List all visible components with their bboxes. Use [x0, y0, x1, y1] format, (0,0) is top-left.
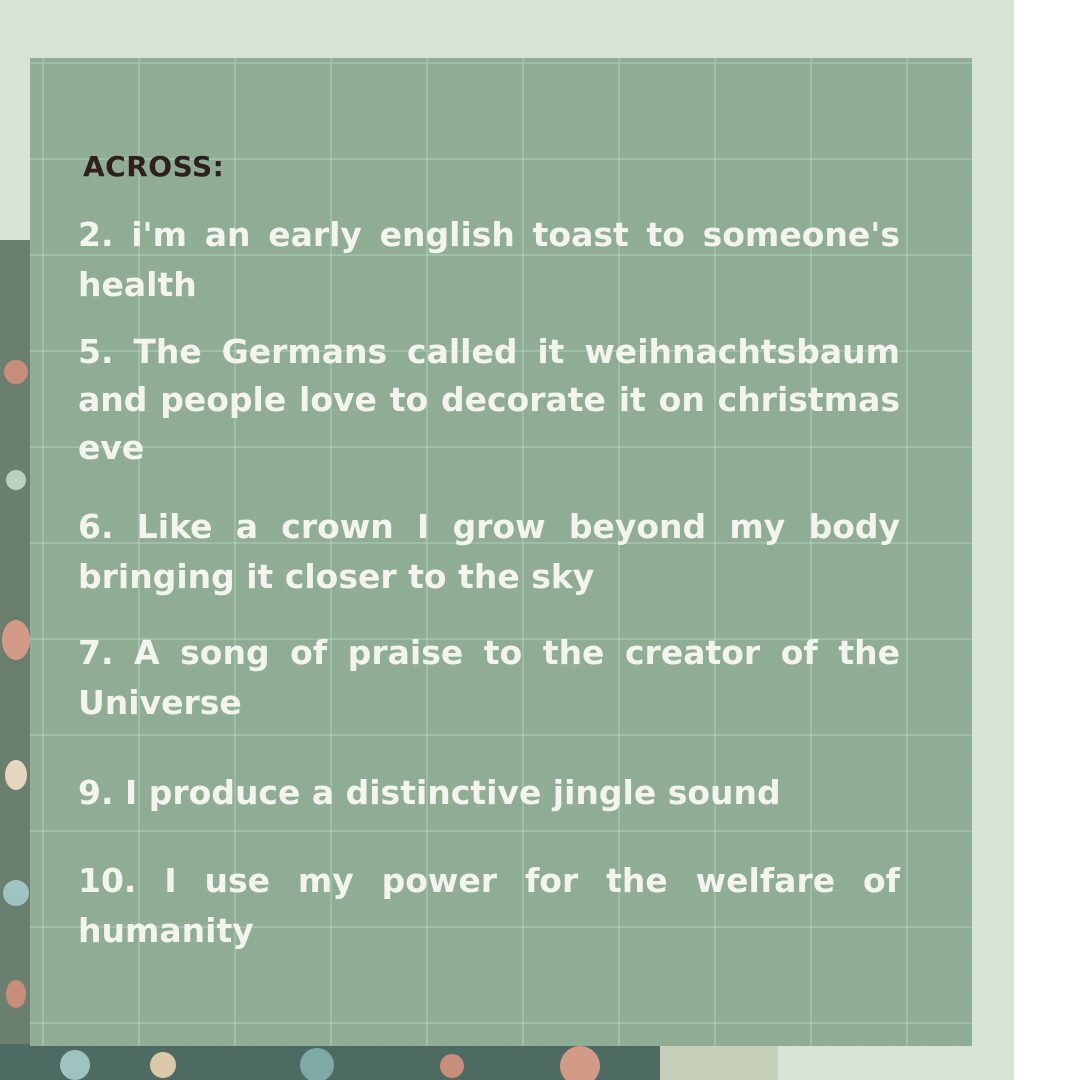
ornament-icon	[6, 470, 26, 490]
christmas-pattern-bottom	[0, 1044, 660, 1080]
clue-item: 2. i'm an early english toast to someone…	[78, 215, 900, 304]
ornament-icon	[4, 360, 28, 384]
clue-item: 5. The Germans called it weihnachtsbaum …	[78, 332, 900, 467]
clue-item: 7. A song of praise to the creator of th…	[78, 633, 900, 722]
clue-item: 10. I use my power for the welfare of hu…	[78, 861, 900, 950]
ornament-icon	[300, 1048, 334, 1080]
clue-item: 6. Like a crown I grow beyond my body br…	[78, 507, 900, 596]
across-heading: ACROSS:	[83, 150, 225, 183]
ornament-icon	[560, 1046, 600, 1080]
ornament-icon	[440, 1054, 464, 1078]
ornament-icon	[60, 1050, 90, 1080]
ornament-icon	[2, 620, 30, 660]
right-margin	[1014, 0, 1080, 1080]
ornament-icon	[5, 760, 27, 790]
ornament-icon	[3, 880, 29, 906]
clue-list: 2. i'm an early english toast to someone…	[78, 210, 900, 956]
decorative-paper-bottom	[660, 1044, 778, 1080]
clue-item: 9. I produce a distinctive jingle sound	[78, 773, 781, 812]
ornament-icon	[6, 980, 26, 1008]
christmas-pattern-left	[0, 240, 34, 1080]
ornament-icon	[150, 1052, 176, 1078]
